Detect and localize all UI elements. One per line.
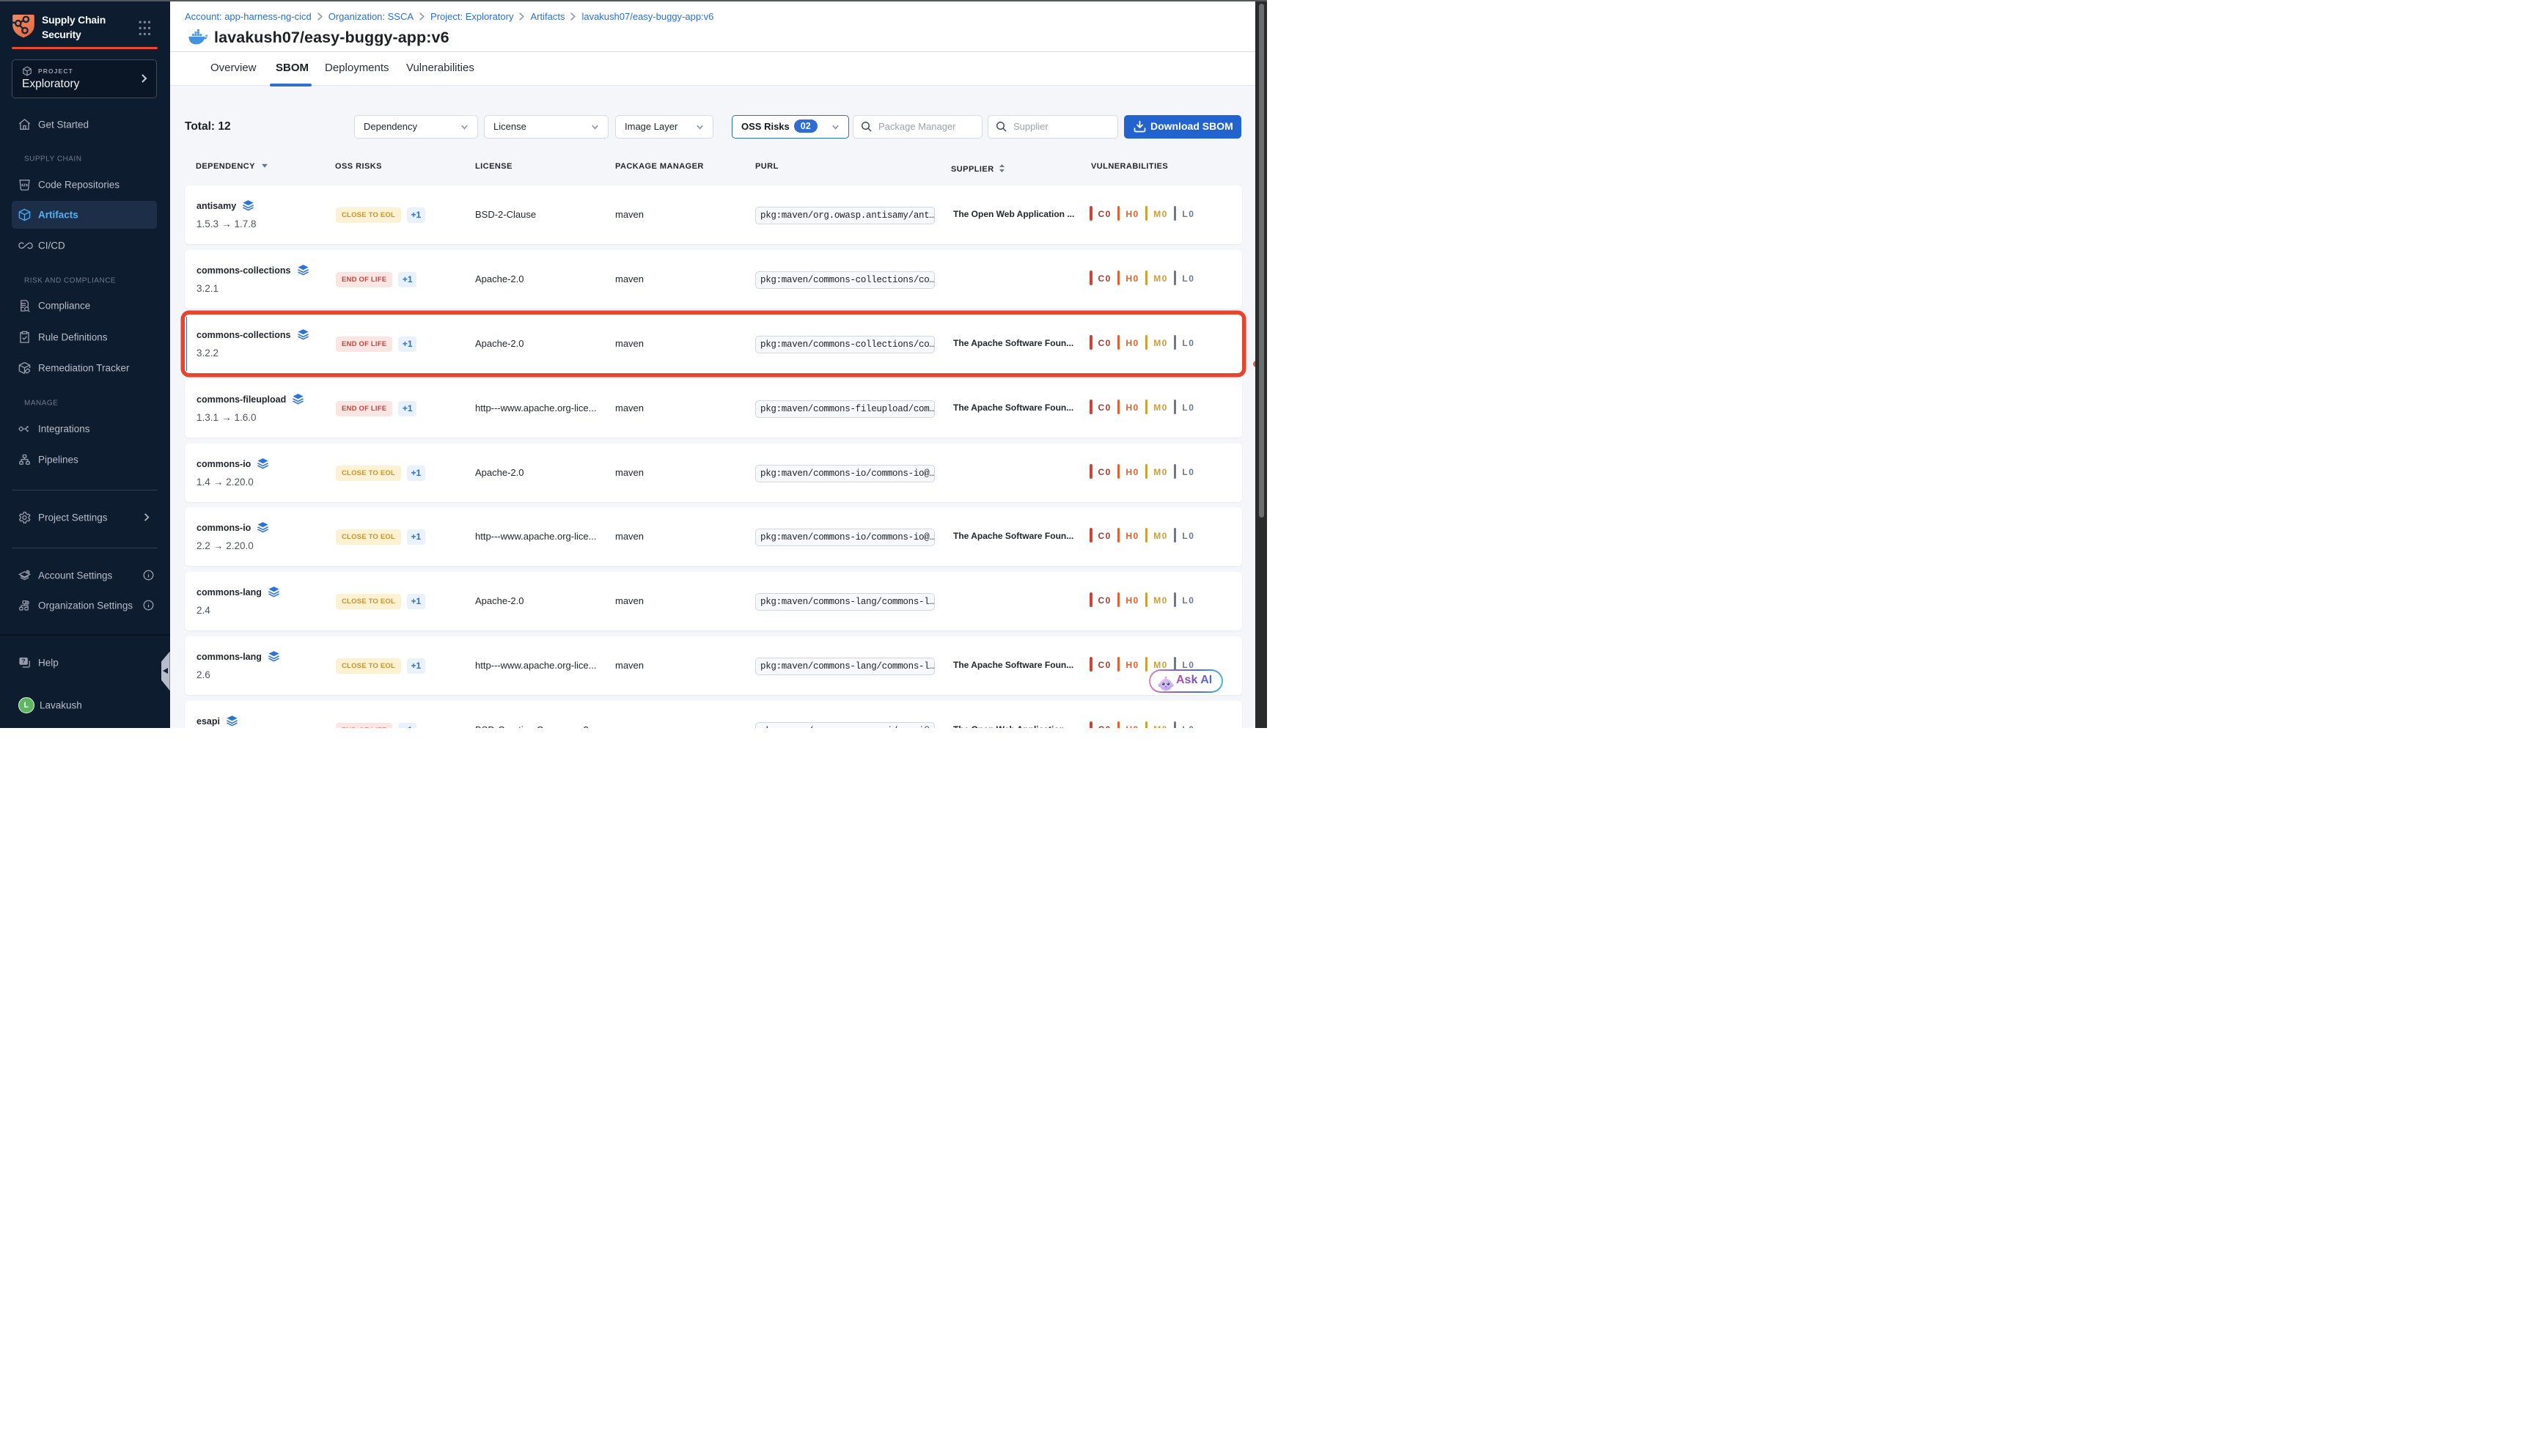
svg-text:?: ? — [22, 658, 26, 665]
